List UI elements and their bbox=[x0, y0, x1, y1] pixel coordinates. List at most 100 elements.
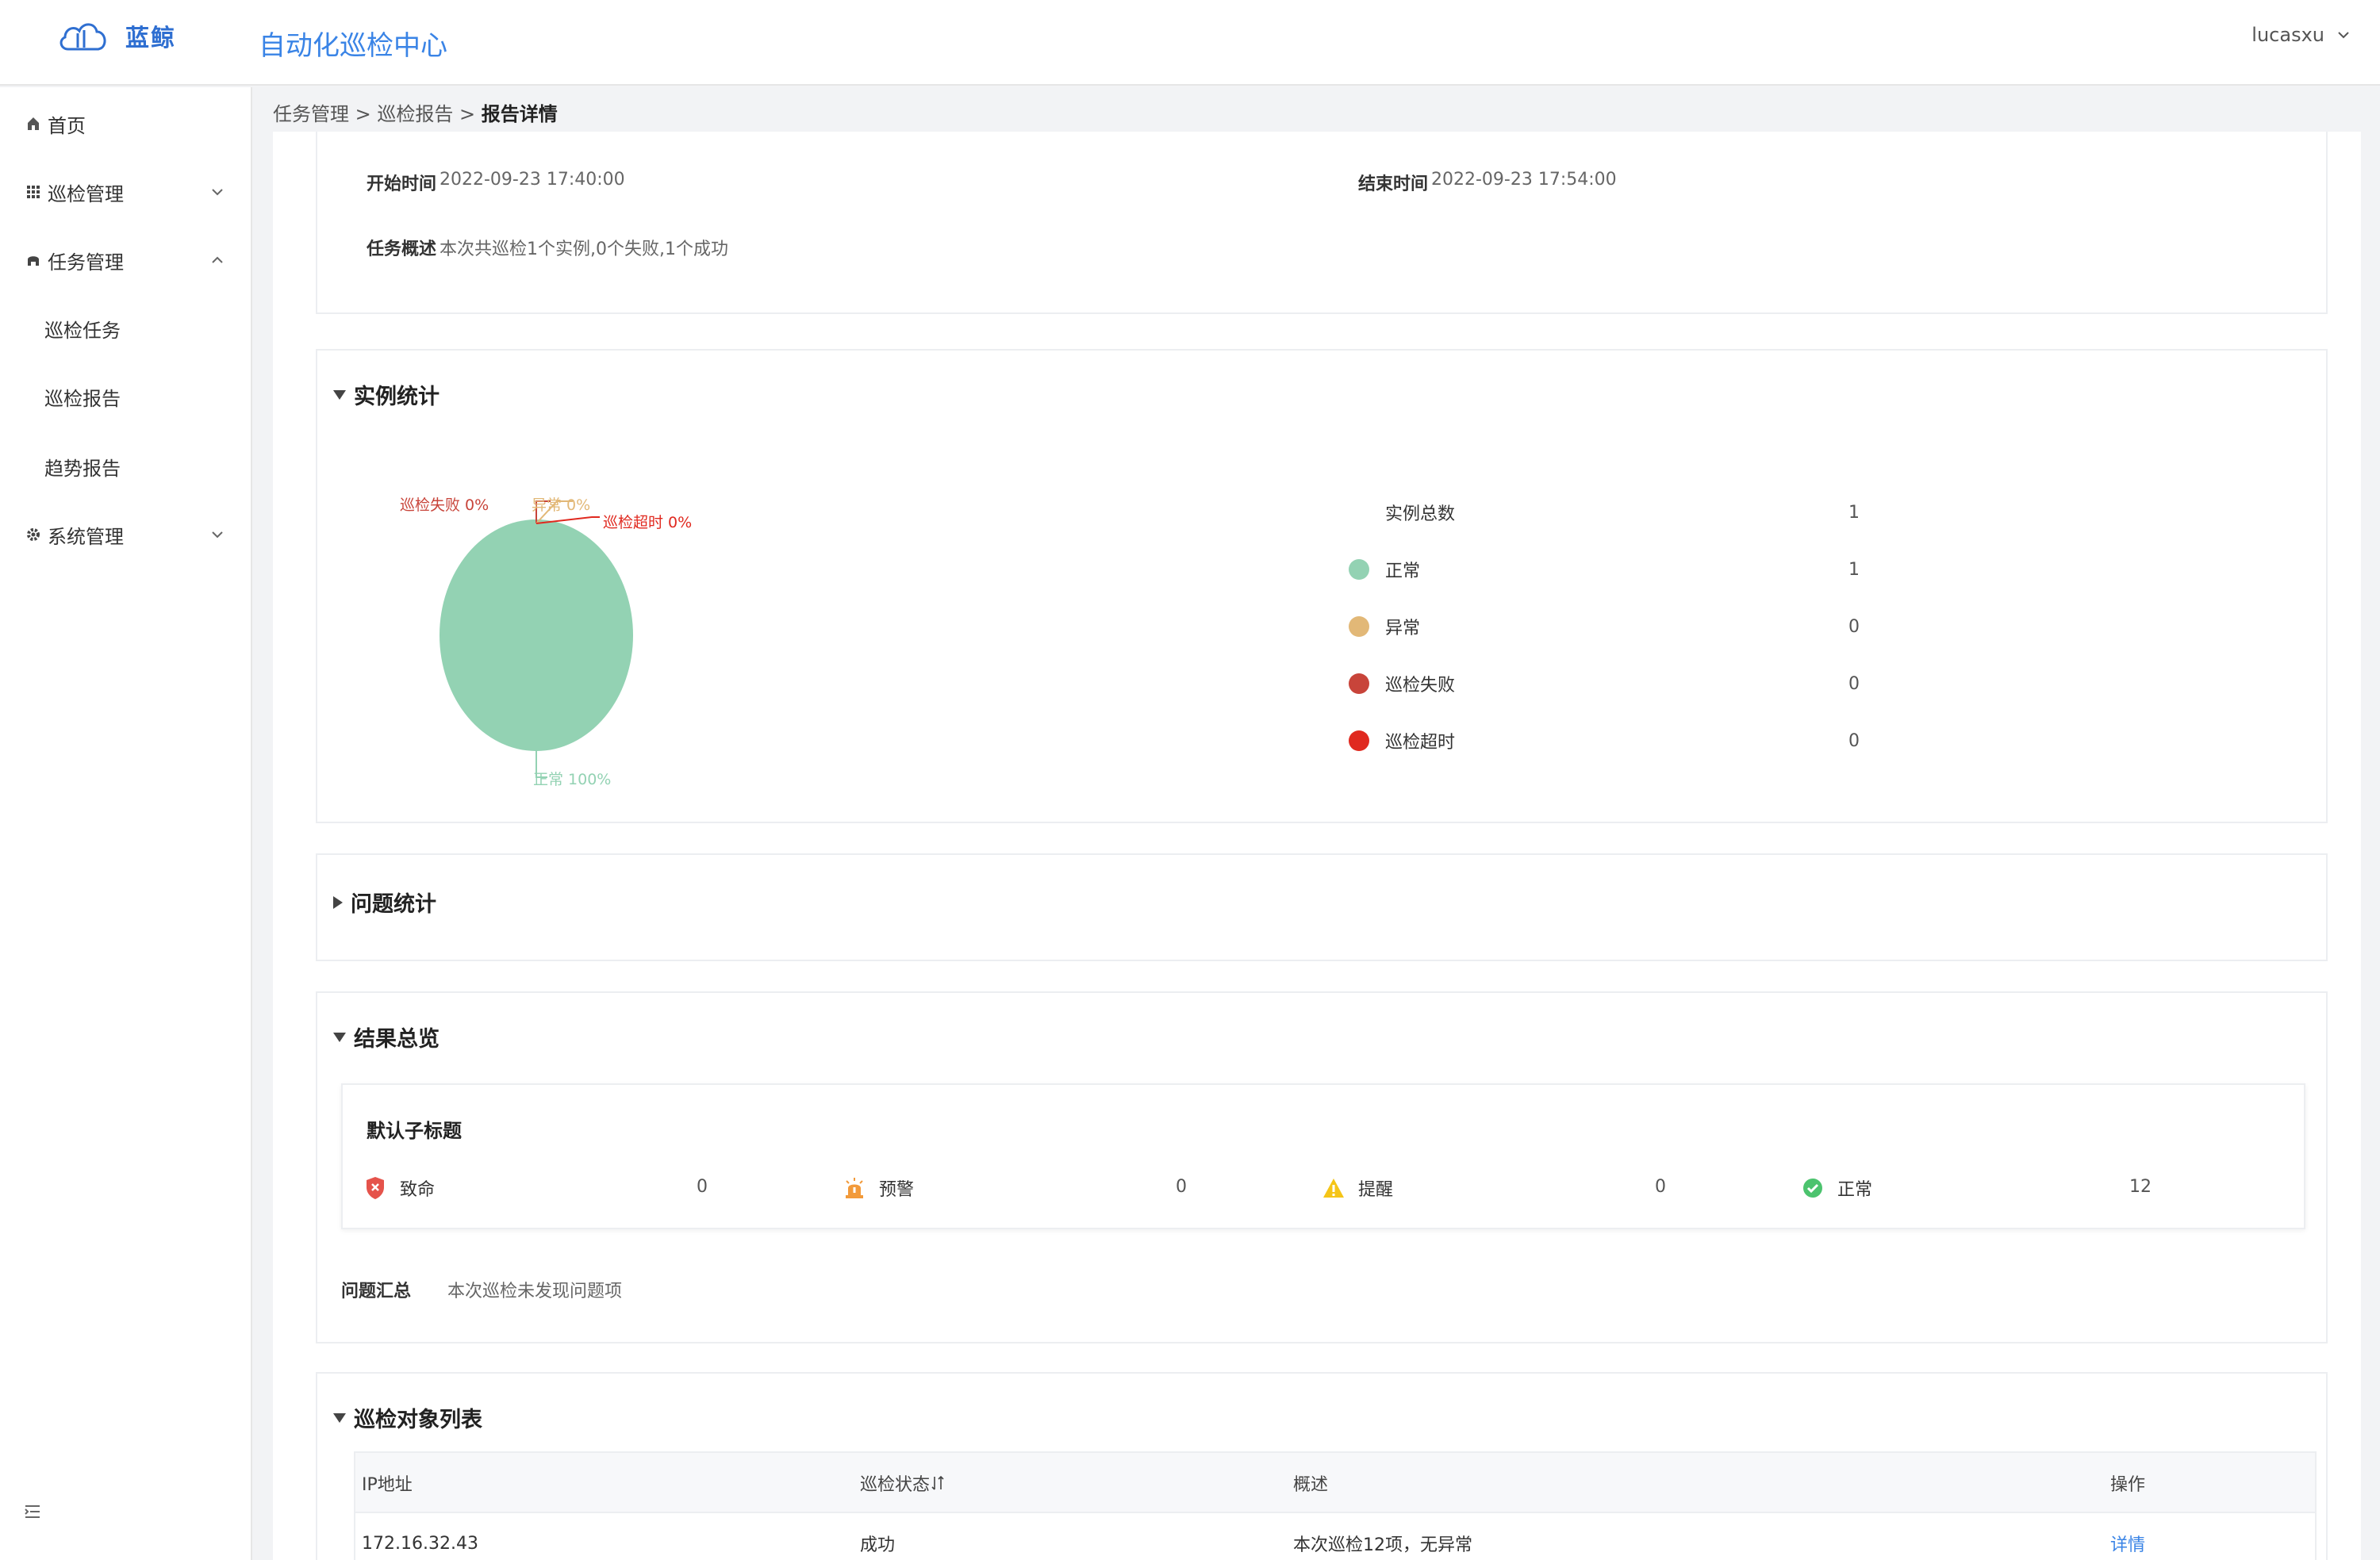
issue-summary-value: 本次巡检未发现问题项 bbox=[447, 1282, 623, 1301]
breadcrumb-separator: > bbox=[459, 103, 476, 125]
breadcrumb-inspection-report[interactable]: 巡检报告 bbox=[377, 103, 453, 125]
caret-right-icon bbox=[333, 895, 343, 909]
check-circle-icon bbox=[1801, 1176, 1825, 1200]
legend-value: 0 bbox=[1848, 616, 1860, 637]
legend-dot bbox=[1349, 559, 1369, 580]
sidebar-subitem-inspection-task[interactable]: 巡检任务 bbox=[0, 305, 251, 352]
legend-row-timeout: 巡检超时 0 bbox=[1349, 725, 1904, 757]
legend-label: 正常 bbox=[1385, 562, 1421, 581]
table-header: IP地址 巡检状态 概述 操作 bbox=[355, 1453, 2315, 1513]
legend-dot bbox=[1349, 673, 1369, 694]
chevron-down-icon bbox=[212, 189, 223, 196]
sidebar-item-task-manage[interactable]: 任务管理 bbox=[0, 236, 251, 284]
result-label: 预警 bbox=[879, 1180, 915, 1200]
legend-label: 巡检超时 bbox=[1385, 733, 1456, 753]
result-label: 提醒 bbox=[1358, 1180, 1394, 1200]
cell-ip: 172.16.32.43 bbox=[362, 1533, 478, 1554]
result-summary-box: 默认子标题 致命 0 预警 0 提醒 0 正常 12 bbox=[341, 1083, 2305, 1229]
top-header: 蓝鲸 自动化巡检中心 lucasxu bbox=[0, 0, 2380, 86]
logo-text: 蓝鲸 bbox=[125, 25, 176, 52]
legend-row-abnormal: 异常 0 bbox=[1349, 611, 1904, 642]
warning-triangle-icon bbox=[1322, 1176, 1345, 1200]
object-list-card: 巡检对象列表 IP地址 巡检状态 概述 操作 172.16.32.43 成功 本… bbox=[316, 1372, 2328, 1560]
column-header-status[interactable]: 巡检状态 bbox=[860, 1453, 944, 1513]
task-icon bbox=[25, 252, 41, 268]
menu-fold-icon bbox=[25, 1505, 40, 1518]
result-overview-toggle[interactable]: 结果总览 bbox=[333, 1021, 440, 1052]
cell-status: 成功 bbox=[860, 1535, 896, 1555]
end-time-value: 2022-09-23 17:54:00 bbox=[1431, 170, 1617, 190]
legend-value: 0 bbox=[1848, 673, 1860, 694]
sidebar-item-inspection-manage[interactable]: 巡检管理 bbox=[0, 168, 251, 216]
breadcrumb-task-manage[interactable]: 任务管理 bbox=[273, 103, 349, 125]
pie-label-timeout: 巡检超时 0% bbox=[603, 514, 693, 531]
pie-label-normal: 正常 100% bbox=[533, 771, 612, 788]
sidebar-item-label: 巡检管理 bbox=[48, 182, 124, 205]
breadcrumb-current: 报告详情 bbox=[481, 103, 558, 125]
task-summary-label: 任务概述 bbox=[367, 240, 437, 259]
result-alarm: 预警 bbox=[843, 1172, 914, 1204]
legend-label: 巡检失败 bbox=[1385, 676, 1456, 696]
chevron-down-icon bbox=[2338, 32, 2349, 39]
legend-value: 0 bbox=[1848, 730, 1860, 751]
pie-slice-正常 bbox=[440, 519, 633, 751]
end-time-label: 结束时间 bbox=[1358, 174, 1429, 194]
sort-icon bbox=[931, 1475, 944, 1490]
object-list-title: 巡检对象列表 bbox=[354, 1408, 482, 1432]
pie-label-abnormal: 异常 0% bbox=[532, 496, 591, 514]
result-count-remind: 0 bbox=[1655, 1177, 1666, 1197]
cloud-logo-icon bbox=[60, 23, 106, 51]
legend-dot bbox=[1349, 616, 1369, 637]
user-name: lucasxu bbox=[2251, 24, 2324, 46]
column-header-summary: 概述 bbox=[1293, 1475, 1329, 1495]
issue-stats-toggle[interactable]: 问题统计 bbox=[333, 887, 436, 918]
collapse-sidebar-button[interactable] bbox=[24, 1501, 41, 1525]
grid-icon bbox=[25, 184, 41, 200]
chevron-up-icon bbox=[212, 256, 223, 263]
legend-total-row: 实例总数 1 bbox=[1349, 496, 1904, 528]
legend-value: 1 bbox=[1848, 559, 1860, 580]
issue-stats-title: 问题统计 bbox=[351, 892, 436, 917]
result-count-fatal: 0 bbox=[697, 1177, 708, 1197]
breadcrumb: 任务管理 > 巡检报告 > 报告详情 bbox=[273, 98, 558, 126]
home-icon bbox=[25, 116, 41, 132]
task-info-card: 开始时间 2022-09-23 17:40:00 结束时间 2022-09-23… bbox=[316, 132, 2328, 314]
instance-stats-title: 实例统计 bbox=[354, 385, 440, 409]
sidebar-item-label: 任务管理 bbox=[48, 251, 124, 274]
result-remind: 提醒 bbox=[1322, 1172, 1393, 1204]
user-menu[interactable]: lucasxu bbox=[2251, 24, 2350, 46]
result-fatal: 致命 bbox=[363, 1172, 435, 1204]
column-header-action: 操作 bbox=[2110, 1475, 2146, 1495]
object-list-toggle[interactable]: 巡检对象列表 bbox=[333, 1402, 482, 1433]
result-label: 致命 bbox=[400, 1180, 436, 1200]
column-header-ip: IP地址 bbox=[362, 1475, 413, 1495]
sidebar-item-home[interactable]: 首页 bbox=[0, 100, 251, 148]
legend-row-normal: 正常 1 bbox=[1349, 554, 1904, 585]
object-table: IP地址 巡检状态 概述 操作 172.16.32.43 成功 本次巡检12项，… bbox=[354, 1451, 2317, 1560]
caret-down-icon bbox=[333, 1032, 346, 1042]
instance-stats-toggle[interactable]: 实例统计 bbox=[333, 379, 440, 410]
fatal-shield-icon bbox=[363, 1176, 387, 1200]
result-overview-title: 结果总览 bbox=[354, 1027, 440, 1052]
legend-total-label: 实例总数 bbox=[1385, 504, 1456, 524]
sidebar: 首页 巡检管理 任务管理 巡检任务 巡检报告 趋势报告 系统管理 bbox=[0, 87, 252, 1560]
logo[interactable]: 蓝鲸 bbox=[57, 16, 176, 56]
sidebar-item-system-manage[interactable]: 系统管理 bbox=[0, 511, 251, 558]
pie-label-fail: 巡检失败 0% bbox=[400, 496, 489, 514]
legend-row-fail: 巡检失败 0 bbox=[1349, 668, 1904, 700]
result-count-normal: 12 bbox=[2129, 1177, 2152, 1197]
legend-dot bbox=[1349, 730, 1369, 751]
caret-down-icon bbox=[333, 389, 346, 400]
sidebar-subitem-trend-report[interactable]: 趋势报告 bbox=[0, 443, 251, 490]
chevron-down-icon bbox=[212, 531, 223, 539]
cell-summary: 本次巡检12项，无异常 bbox=[1293, 1535, 1472, 1555]
alarm-icon bbox=[843, 1176, 866, 1200]
detail-link[interactable]: 详情 bbox=[2110, 1513, 2145, 1560]
report-content: 开始时间 2022-09-23 17:40:00 结束时间 2022-09-23… bbox=[273, 132, 2361, 1560]
caret-down-icon bbox=[333, 1412, 346, 1423]
result-subtitle: 默认子标题 bbox=[367, 1120, 462, 1142]
instance-pie-chart bbox=[440, 500, 633, 778]
sidebar-subitem-inspection-report[interactable]: 巡检报告 bbox=[0, 373, 251, 420]
instance-stats-card: 实例统计 巡检失败 0% 异常 0% 巡检超时 0% 正常 100% 实例总数 … bbox=[316, 349, 2328, 823]
sidebar-item-label: 系统管理 bbox=[48, 525, 124, 548]
